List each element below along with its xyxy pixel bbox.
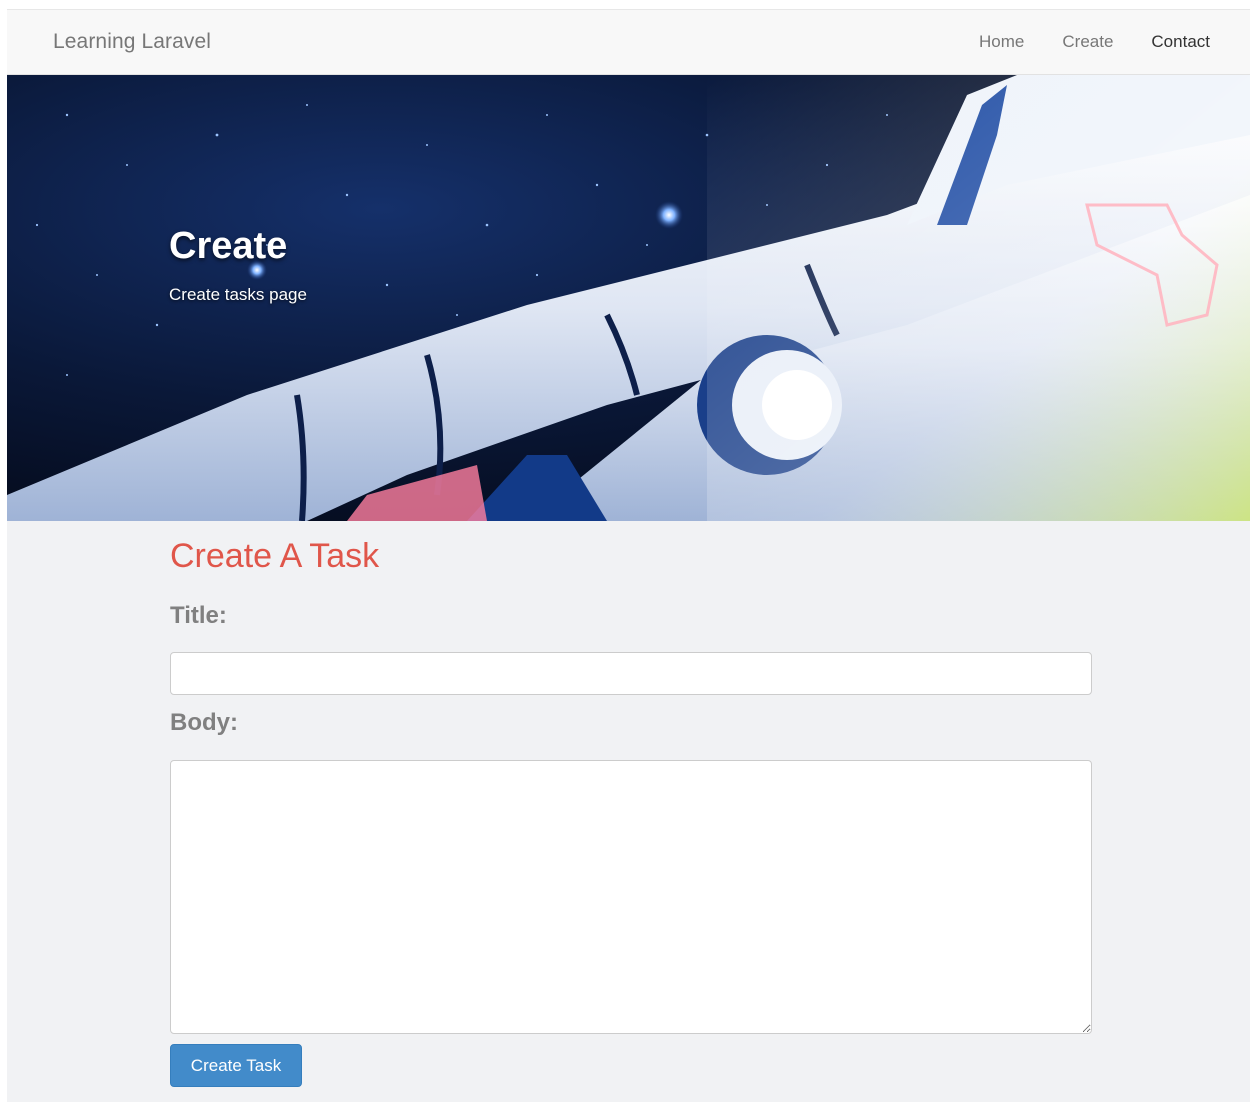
title-label: Title: bbox=[170, 602, 227, 629]
nav-link-home[interactable]: Home bbox=[979, 32, 1024, 52]
hero-title: Create bbox=[169, 225, 288, 267]
form-heading: Create A Task bbox=[170, 537, 380, 575]
nav-links: Home Create Contact bbox=[941, 32, 1210, 52]
navbar: Learning Laravel Home Create Contact bbox=[7, 9, 1250, 75]
title-input[interactable] bbox=[170, 652, 1092, 695]
page: Learning Laravel Home Create Contact Cre… bbox=[7, 9, 1250, 1102]
body-textarea[interactable] bbox=[170, 760, 1092, 1034]
create-task-button[interactable]: Create Task bbox=[170, 1044, 302, 1087]
hero-banner: Create Create tasks page bbox=[7, 75, 1250, 521]
hero-subtitle: Create tasks page bbox=[169, 285, 307, 304]
nav-link-contact[interactable]: Contact bbox=[1151, 32, 1210, 52]
brand-link[interactable]: Learning Laravel bbox=[53, 30, 211, 54]
nav-link-create[interactable]: Create bbox=[1062, 32, 1113, 52]
body-label: Body: bbox=[170, 709, 238, 736]
